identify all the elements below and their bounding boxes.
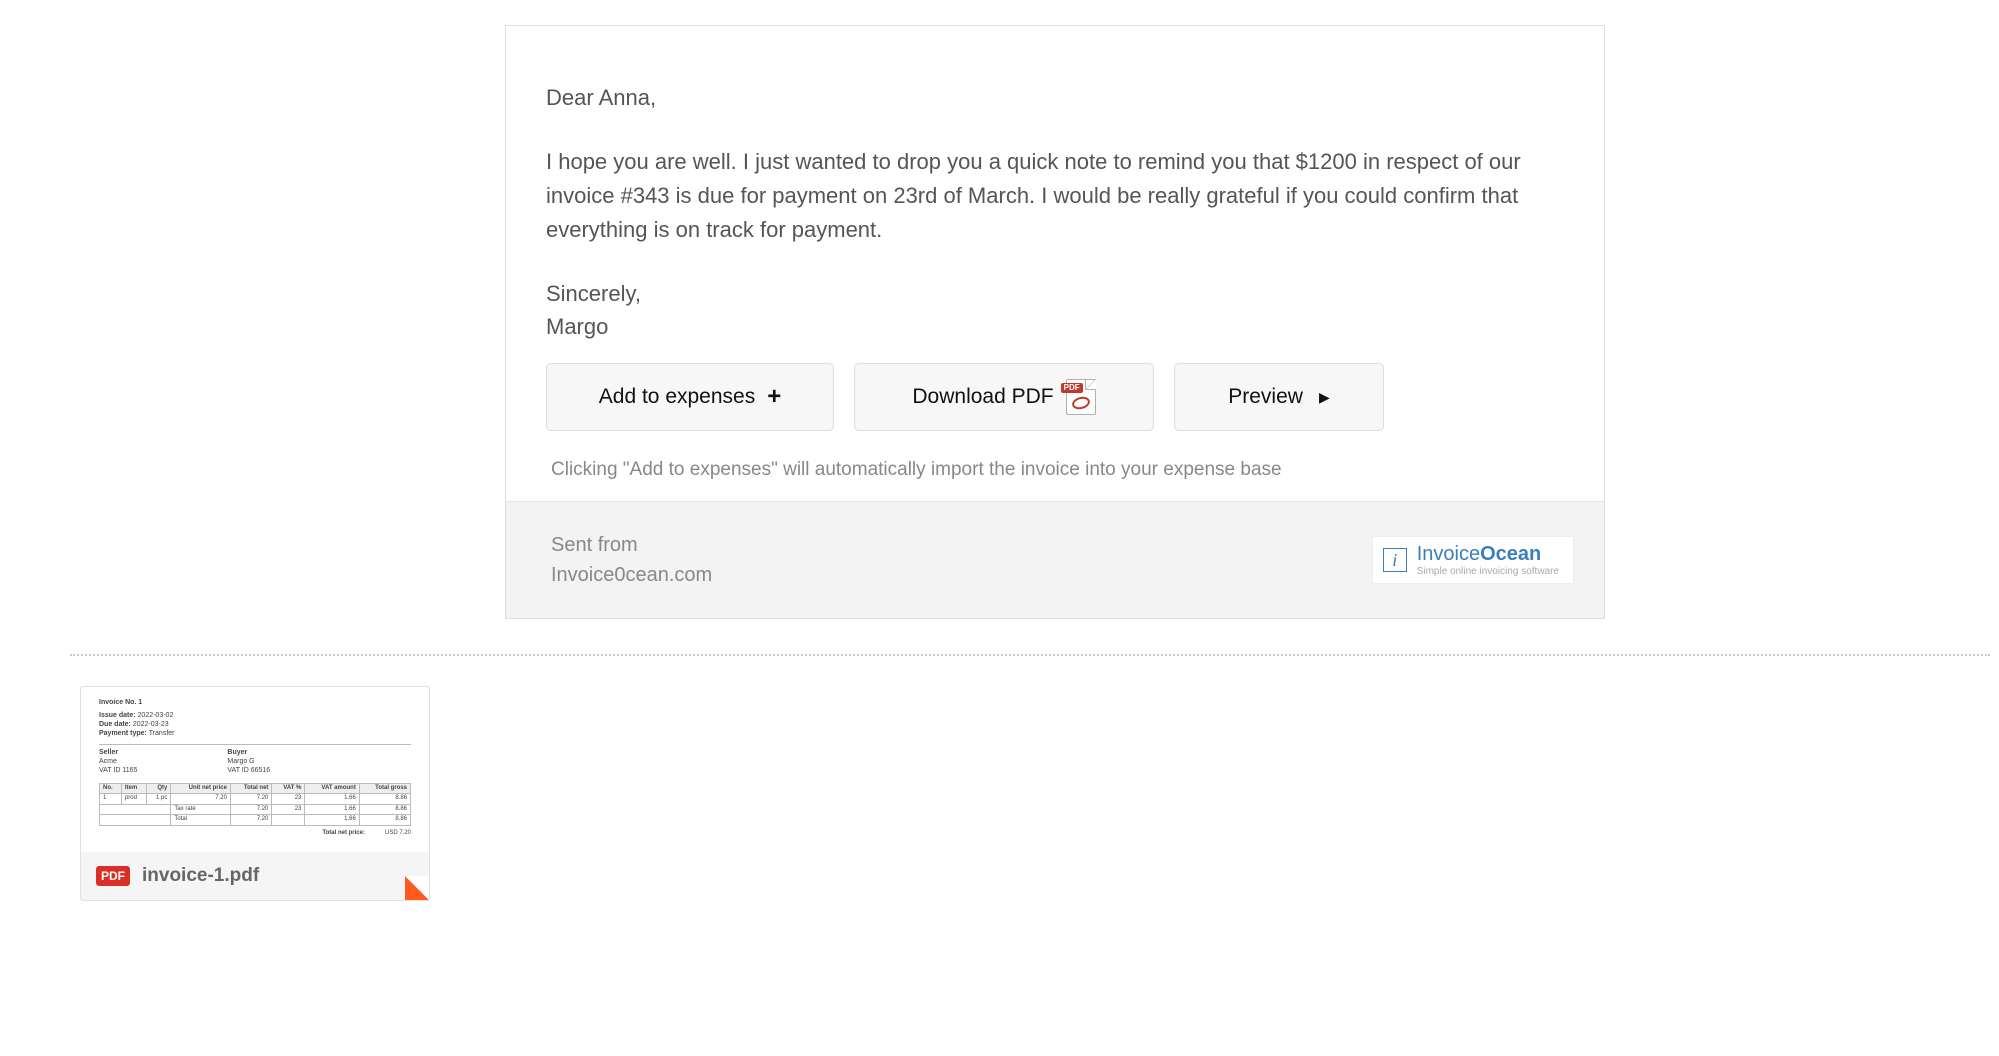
thumb-invoice-number: Invoice No. 1 bbox=[99, 699, 411, 708]
attachment-filename: invoice-1.pdf bbox=[142, 865, 259, 887]
download-pdf-label: Download PDF bbox=[912, 385, 1053, 409]
action-button-row: Add to expenses + Download PDF PDF Previ… bbox=[506, 363, 1604, 459]
preview-button[interactable]: Preview ▶ bbox=[1174, 363, 1384, 431]
attachment-footer: PDF invoice-1.pdf bbox=[81, 852, 429, 900]
email-closing: Sincerely, Margo bbox=[546, 277, 1564, 343]
add-to-expenses-label: Add to expenses bbox=[599, 385, 755, 409]
email-footer: Sent from Invoice0cean.com i InvoiceOcea… bbox=[506, 501, 1604, 618]
attachment-card[interactable]: Invoice No. 1 Issue date: 2022-03-02 Due… bbox=[80, 686, 430, 901]
brand-tagline: Simple online invoicing software bbox=[1417, 566, 1559, 577]
thumb-line-items: No.Item QtyUnit net price Total netVAT %… bbox=[99, 783, 411, 826]
email-body: Dear Anna, I hope you are well. I just w… bbox=[506, 26, 1604, 363]
brand-badge[interactable]: i InvoiceOcean Simple online invoicing s… bbox=[1372, 536, 1574, 584]
sender-name: Margo bbox=[546, 310, 1564, 343]
sent-from-label: Sent from bbox=[551, 530, 712, 560]
plus-icon: + bbox=[767, 383, 781, 411]
preview-label: Preview bbox=[1228, 385, 1303, 409]
sent-from-site: Invoice0cean.com bbox=[551, 560, 712, 590]
email-panel: Dear Anna, I hope you are well. I just w… bbox=[505, 25, 1605, 619]
expenses-hint-text: Clicking "Add to expenses" will automati… bbox=[506, 459, 1604, 501]
email-greeting: Dear Anna, bbox=[546, 81, 1564, 115]
sent-from-block: Sent from Invoice0cean.com bbox=[551, 530, 712, 590]
download-pdf-button[interactable]: Download PDF PDF bbox=[854, 363, 1154, 431]
pdf-file-icon: PDF bbox=[1066, 379, 1096, 415]
info-icon: i bbox=[1383, 548, 1407, 572]
pdf-badge-icon: PDF bbox=[96, 866, 130, 886]
attachment-area: Invoice No. 1 Issue date: 2022-03-02 Due… bbox=[0, 656, 1999, 941]
attachment-thumbnail: Invoice No. 1 Issue date: 2022-03-02 Due… bbox=[81, 687, 429, 852]
brand-name: InvoiceOcean bbox=[1417, 543, 1559, 566]
pdf-badge: PDF bbox=[1061, 383, 1083, 393]
play-icon: ▶ bbox=[1319, 389, 1330, 406]
email-body-text: I hope you are well. I just wanted to dr… bbox=[546, 145, 1564, 247]
closing-word: Sincerely, bbox=[546, 277, 1564, 310]
add-to-expenses-button[interactable]: Add to expenses + bbox=[546, 363, 834, 431]
